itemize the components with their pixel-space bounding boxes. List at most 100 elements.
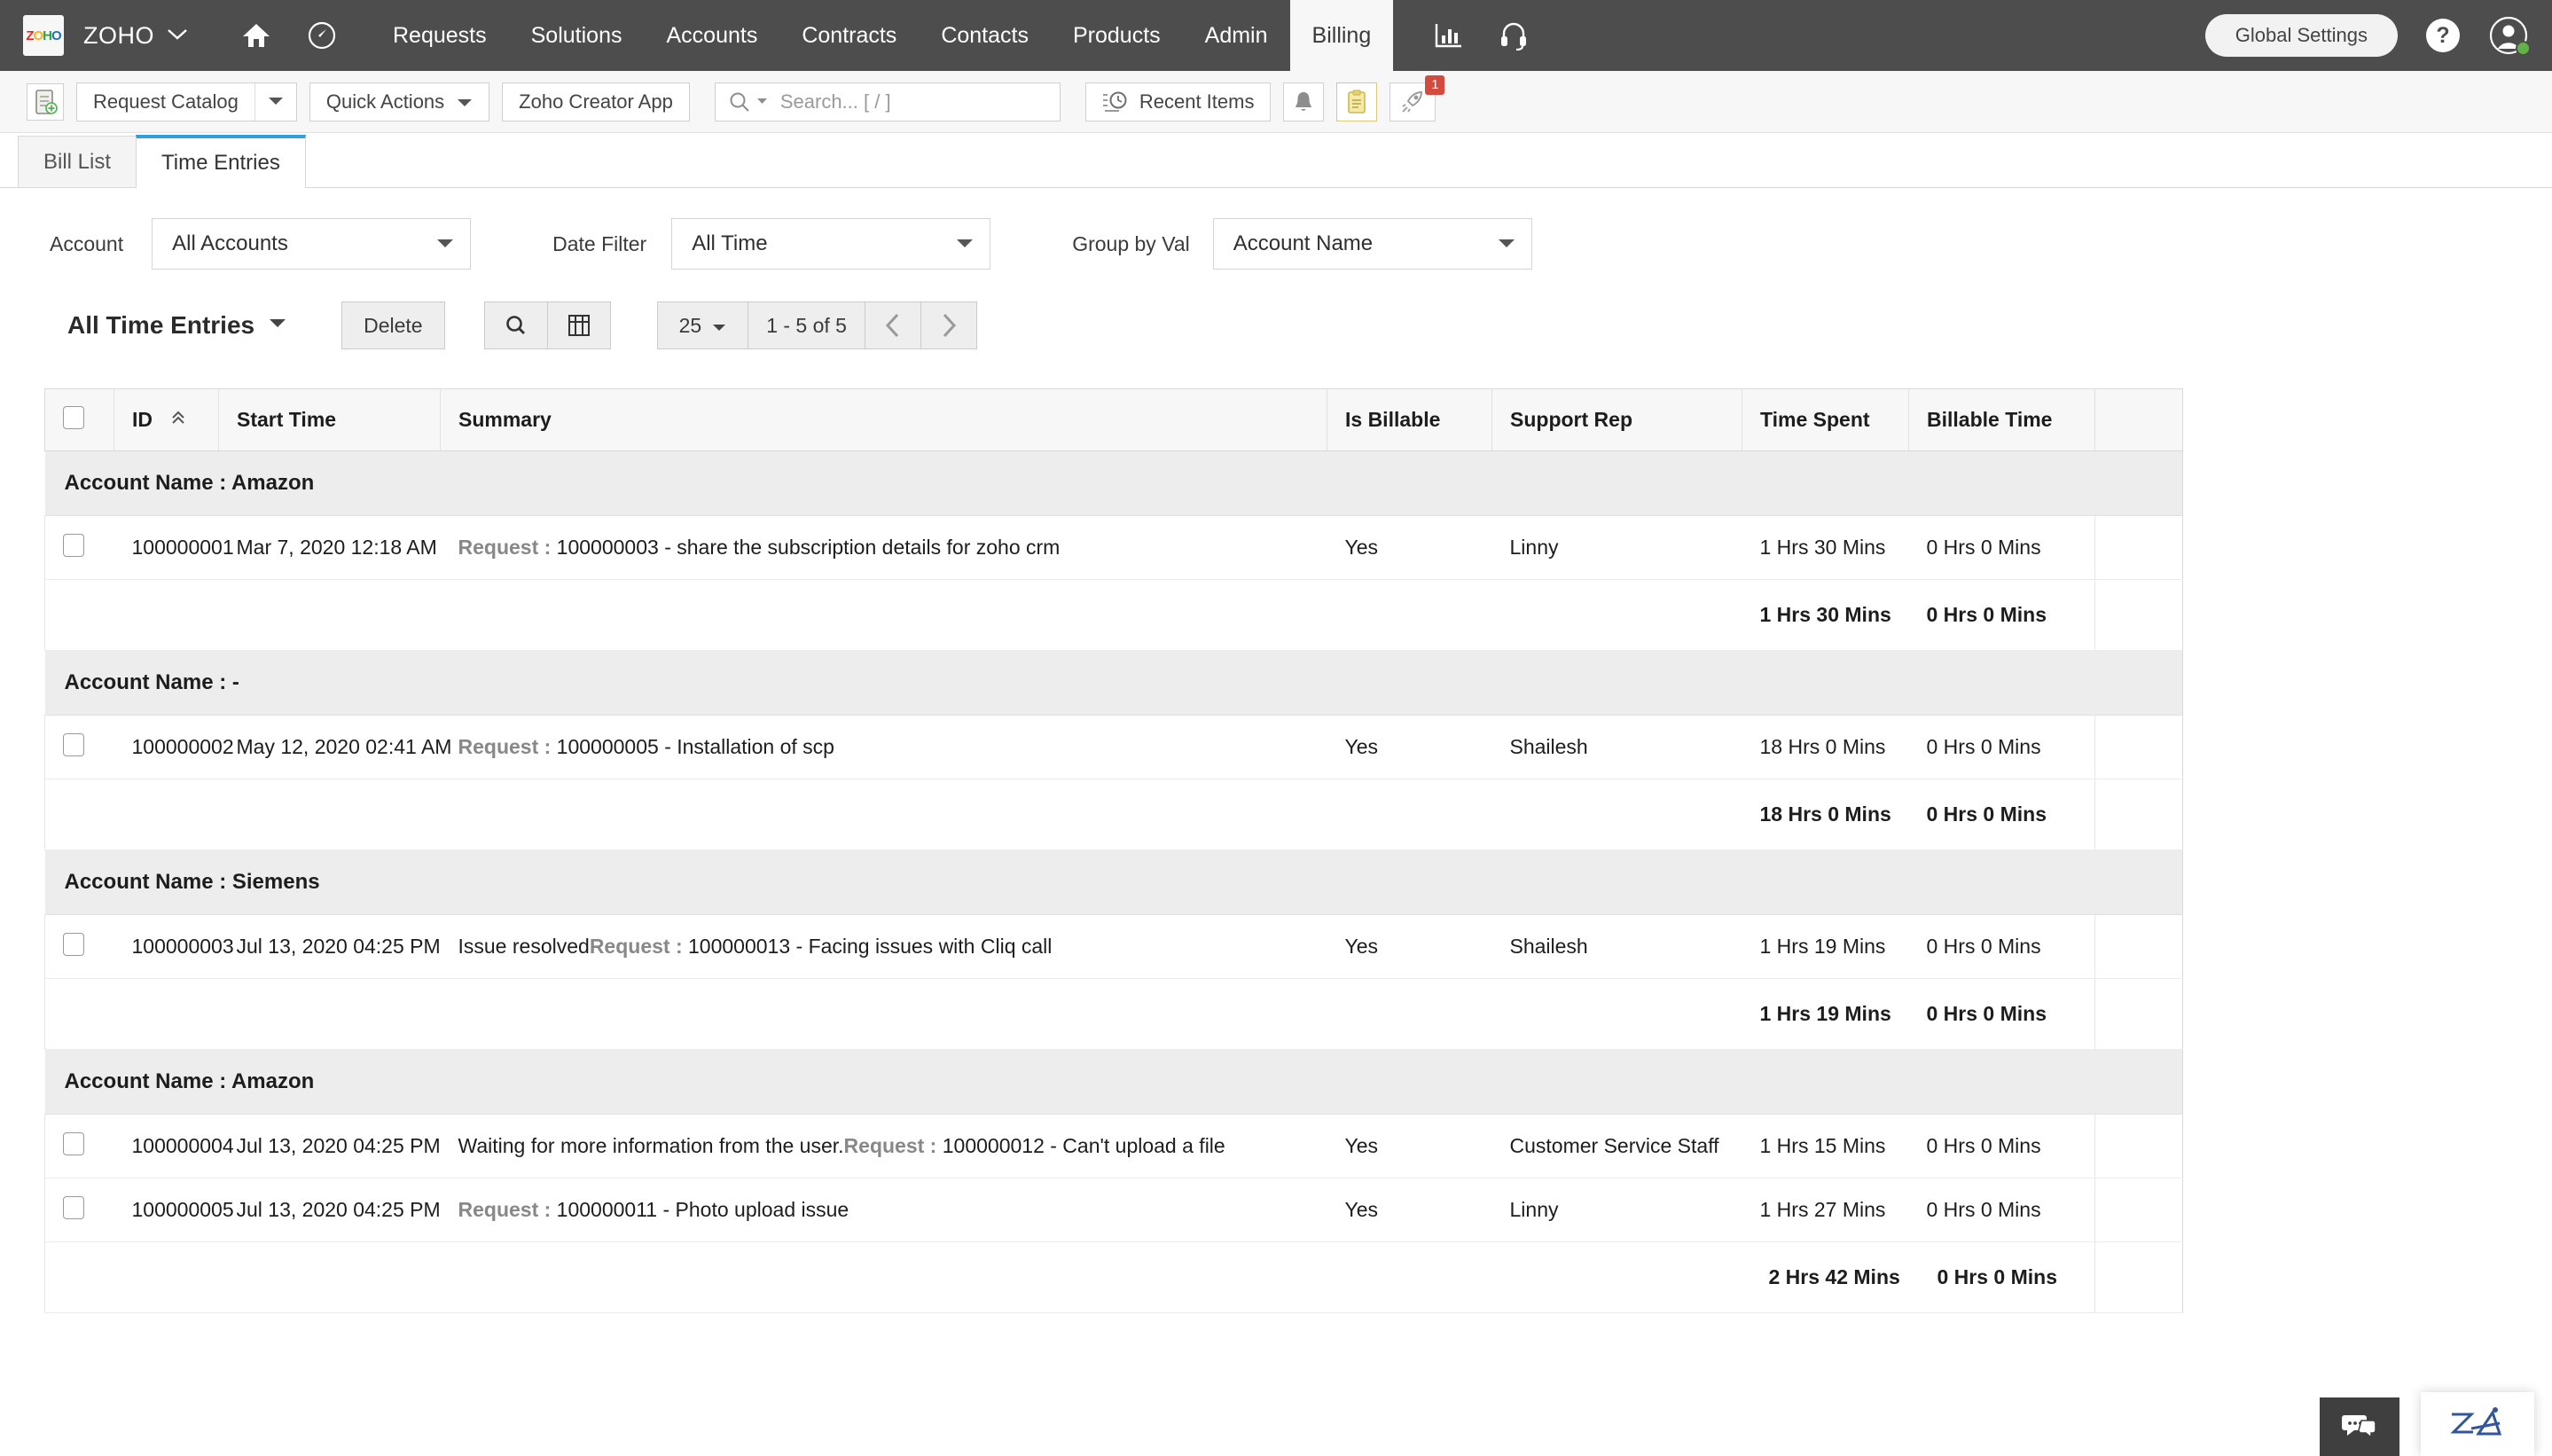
cell-spacer (2095, 1178, 2183, 1242)
nav-link-solutions[interactable]: Solutions (509, 0, 645, 71)
subtotal-time-spent: 1 Hrs 19 Mins (1742, 979, 1909, 1050)
cell-billable-time: 0 Hrs 0 Mins (1909, 516, 2095, 580)
search-placeholder: Search... [ / ] (780, 90, 891, 114)
bar-chart-icon[interactable] (1434, 21, 1464, 50)
chevron-right-icon[interactable] (921, 301, 977, 349)
cell-id: 100000004 (114, 1115, 219, 1178)
nav-link-admin[interactable]: Admin (1183, 0, 1290, 71)
row-checkbox-cell (45, 716, 114, 779)
row-checkbox[interactable] (63, 534, 84, 557)
column-header-summary[interactable]: Summary (441, 389, 1327, 451)
search-icon[interactable] (484, 301, 548, 349)
table-row[interactable]: 100000004Jul 13, 2020 04:25 PMWaiting fo… (45, 1115, 2183, 1178)
avatar[interactable] (2488, 15, 2529, 56)
summary-request-prefix: Request : (458, 1198, 552, 1221)
table-row[interactable]: 100000005Jul 13, 2020 04:25 PMRequest : … (45, 1178, 2183, 1242)
bell-icon[interactable] (1283, 82, 1324, 121)
cell-id: 100000001 (114, 516, 219, 580)
view-selector[interactable]: All Time Entries (67, 311, 286, 340)
quick-actions-dropdown[interactable]: Quick Actions (309, 82, 489, 121)
nav-link-requests[interactable]: Requests (371, 0, 509, 71)
chevron-down-icon (269, 317, 286, 333)
search-input[interactable]: Search... [ / ] (715, 82, 1061, 121)
pagination-group: 25 1 - 5 of 5 (657, 301, 977, 349)
column-header-is-billable[interactable]: Is Billable (1327, 389, 1492, 451)
row-checkbox[interactable] (63, 1132, 84, 1155)
date-filter-label: Date Filter (552, 232, 646, 256)
subtotal-time-spent: 2 Hrs 42 Mins (1742, 1242, 1909, 1313)
cell-support-rep: Shailesh (1492, 716, 1742, 779)
column-header-support-rep[interactable]: Support Rep (1492, 389, 1742, 451)
cell-support-rep: Linny (1492, 1178, 1742, 1242)
view-title: All Time Entries (67, 311, 254, 340)
home-icon[interactable] (241, 21, 271, 50)
chevron-left-icon[interactable] (865, 301, 921, 349)
recent-items-button[interactable]: Recent Items (1085, 82, 1272, 121)
row-checkbox[interactable] (63, 733, 84, 756)
cell-start-time: Jul 13, 2020 04:25 PM (219, 915, 441, 979)
subtotal-spacer (45, 1242, 114, 1313)
page-size-select[interactable]: 25 (657, 301, 749, 349)
nav-link-contacts[interactable]: Contacts (919, 0, 1051, 71)
group-header-row: Account Name : Siemens (45, 850, 2183, 915)
cell-spacer (2095, 915, 2183, 979)
subtotal-time-spent: 18 Hrs 0 Mins (1742, 779, 1909, 850)
summary-request-prefix: Request : (458, 735, 552, 758)
subtotal-billable-time: 0 Hrs 0 Mins (1909, 779, 2095, 850)
date-filter-select[interactable]: All Time (671, 218, 990, 270)
table-row[interactable]: 100000001Mar 7, 2020 12:18 AMRequest : 1… (45, 516, 2183, 580)
row-checkbox[interactable] (63, 933, 84, 956)
cell-summary: Request : 100000005 - Installation of sc… (441, 716, 1327, 779)
nav-right-cluster: Global Settings ? (2205, 0, 2529, 71)
column-header-spacer (2095, 389, 2183, 451)
cell-billable-time: 0 Hrs 0 Mins (1909, 1178, 2095, 1242)
cell-spacer (2095, 979, 2183, 1050)
subtotal-spacer (45, 580, 114, 651)
quick-actions-label: Quick Actions (326, 90, 444, 114)
new-request-icon[interactable] (27, 83, 64, 121)
cell-is-billable: Yes (1327, 1178, 1492, 1242)
nav-link-accounts[interactable]: Accounts (644, 0, 779, 71)
row-checkbox[interactable] (63, 1196, 84, 1219)
zoho-creator-app-button[interactable]: Zoho Creator App (502, 82, 690, 121)
cell-spacer (2095, 779, 2183, 850)
headset-icon[interactable] (1499, 20, 1528, 51)
column-header-time-spent[interactable]: Time Spent (1742, 389, 1909, 451)
group-subtotal-row: 18 Hrs 0 Mins0 Hrs 0 Mins (45, 779, 2183, 850)
rocket-badge: 1 (1425, 75, 1444, 95)
global-settings-button[interactable]: Global Settings (2205, 14, 2398, 57)
column-header-billable-time[interactable]: Billable Time (1909, 389, 2095, 451)
column-header-start-time[interactable]: Start Time (219, 389, 441, 451)
nav-link-contracts[interactable]: Contracts (779, 0, 919, 71)
dashboard-gauge-icon[interactable] (307, 20, 337, 51)
select-all-checkbox[interactable] (63, 406, 84, 429)
cell-support-rep: Customer Service Staff (1492, 1115, 1742, 1178)
cell-spacer (2095, 1242, 2183, 1313)
clipboard-icon[interactable] (1336, 82, 1377, 121)
brand-name: ZOHO (83, 22, 154, 50)
brand-chevron-down-icon[interactable] (167, 26, 188, 46)
nav-link-products[interactable]: Products (1051, 0, 1183, 71)
cell-start-time: Jul 13, 2020 04:25 PM (219, 1115, 441, 1178)
column-header-id[interactable]: ID (114, 389, 219, 451)
cell-time-spent: 1 Hrs 19 Mins (1742, 915, 1909, 979)
cell-is-billable: Yes (1327, 1115, 1492, 1178)
request-catalog-dropdown[interactable]: Request Catalog (76, 82, 297, 121)
tab-time-entries[interactable]: Time Entries (136, 135, 306, 188)
nav-tool-icons (1434, 20, 1528, 51)
group-header-row: Account Name : Amazon (45, 1050, 2183, 1115)
account-filter-select[interactable]: All Accounts (152, 218, 471, 270)
rocket-button-wrapper: 1 (1390, 82, 1436, 121)
tab-bill-list[interactable]: Bill List (18, 136, 137, 187)
delete-button[interactable]: Delete (341, 301, 444, 349)
chevron-down-icon (956, 239, 974, 249)
table-row[interactable]: 100000003Jul 13, 2020 04:25 PMIssue reso… (45, 915, 2183, 979)
cell-spacer (2095, 716, 2183, 779)
chat-bubble-icon[interactable] (2320, 1397, 2399, 1456)
grid-columns-icon[interactable] (548, 301, 611, 349)
table-row[interactable]: 100000002May 12, 2020 02:41 AMRequest : … (45, 716, 2183, 779)
group-by-select[interactable]: Account Name (1213, 218, 1532, 270)
zia-assistant-icon[interactable] (2421, 1392, 2534, 1456)
nav-link-billing[interactable]: Billing (1290, 0, 1394, 71)
help-icon[interactable]: ? (2426, 19, 2460, 52)
